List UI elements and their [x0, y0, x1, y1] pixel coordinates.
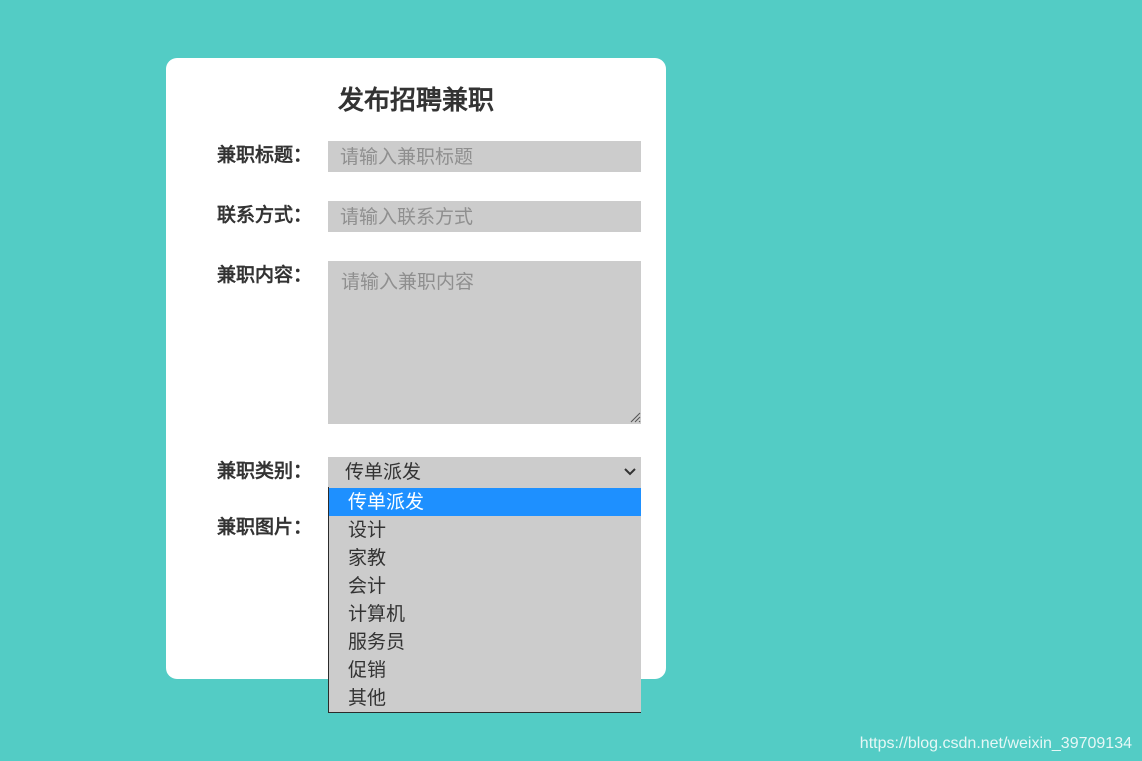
category-option-flyer[interactable]: 传单派发 — [329, 488, 641, 516]
job-image-label: 兼职图片： — [217, 516, 313, 538]
watermark: https://blog.csdn.net/weixin_39709134 — [859, 735, 1132, 752]
contact-label: 联系方式： — [217, 204, 313, 226]
category-selected-value: 传单派发 — [345, 461, 422, 483]
job-title-input[interactable] — [328, 141, 641, 172]
page-title: 发布招聘兼职 — [337, 86, 494, 116]
category-label: 兼职类别： — [217, 460, 313, 482]
job-content-textarea[interactable] — [328, 261, 641, 424]
resize-grip-icon[interactable] — [629, 411, 641, 423]
category-dropdown-list: 传单派发 设计 家教 会计 计算机 服务员 促销 其他 — [328, 487, 641, 713]
category-option-accounting[interactable]: 会计 — [329, 572, 641, 600]
category-option-promotion[interactable]: 促销 — [329, 656, 641, 684]
category-select[interactable]: 传单派发 — [328, 457, 641, 487]
chevron-down-icon — [624, 468, 636, 476]
category-option-waiter[interactable]: 服务员 — [329, 628, 641, 656]
category-option-computer[interactable]: 计算机 — [329, 600, 641, 628]
category-option-tutor[interactable]: 家教 — [329, 544, 641, 572]
job-title-label: 兼职标题： — [217, 144, 313, 166]
job-content-label: 兼职内容： — [217, 264, 313, 286]
category-option-other[interactable]: 其他 — [329, 684, 641, 712]
category-option-design[interactable]: 设计 — [329, 516, 641, 544]
contact-input[interactable] — [328, 201, 641, 232]
